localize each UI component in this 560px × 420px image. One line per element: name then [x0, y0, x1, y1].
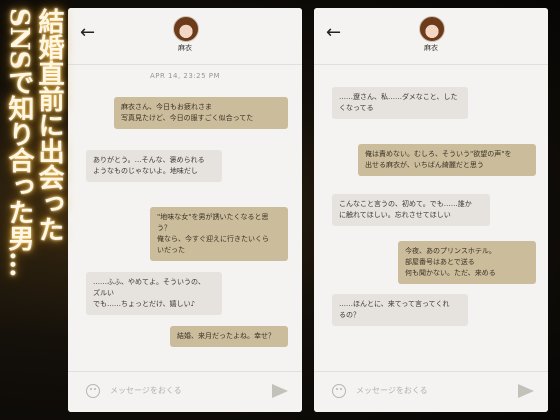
- contact-name: 麻衣: [424, 44, 438, 52]
- message-text: ……遼さん、私……ダメなこと、した くなってる: [339, 93, 458, 112]
- emoji-icon[interactable]: [332, 384, 346, 398]
- send-icon[interactable]: [518, 384, 534, 398]
- contact-name: 麻衣: [178, 44, 192, 52]
- chat-header: ← 麻衣: [314, 8, 548, 65]
- chat-screen-left: ← 麻衣 APR 14, 23:25 PM 麻衣さん、今日もお疲れさま 写真見た…: [68, 8, 302, 412]
- back-arrow-icon[interactable]: ←: [326, 22, 341, 43]
- message-out[interactable]: "地味な女"を男が誘いたくなると思 う？ 俺なら、今すぐ迎えに行きたいくら いだ…: [150, 207, 288, 261]
- message-in[interactable]: ありがとう。…そんな、褒められる ようなものじゃないよ。地味だし: [86, 150, 222, 182]
- message-text: 結婚、来月だったよね。幸せ？: [177, 332, 275, 340]
- title-columns-wrapper: 結婚直前に出会った SNSで知り合った男…: [0, 8, 68, 413]
- chat-screen-right: ← 麻衣 ……遼さん、私……ダメなこと、した くなってる 俺は責めない。むしろ、…: [314, 8, 548, 412]
- message-text: 麻衣さん、今日もお疲れさま 写真見たけど、今日の服すごく似合ってた: [121, 103, 254, 122]
- back-arrow-icon[interactable]: ←: [80, 22, 95, 43]
- title-column-1-display: 結婚直前に出会った: [34, 8, 64, 242]
- message-in[interactable]: ……ほんとに、来てって言ってくれ るの？: [332, 294, 468, 326]
- message-text: ……ふふ、やめてよ。そういうの、 ズルい でも……ちょっとだけ、嬉しい♪: [93, 278, 205, 308]
- message-in[interactable]: こんなこと言うの、初めて。でも……誰か に触れてほしい。忘れさせてほしい: [332, 194, 490, 226]
- message-out[interactable]: 今夜、あのプリンスホテル。 部屋番号はあとで送る 何も聞かない。ただ、来める: [398, 241, 536, 284]
- send-icon[interactable]: [272, 384, 288, 398]
- message-text: 俺は責めない。むしろ、そういう"欲望の声"を 出せる麻衣が、いちばん綺麗だと思う: [365, 150, 512, 169]
- message-input[interactable]: メッセージをおくる: [356, 385, 496, 396]
- message-out[interactable]: 麻衣さん、今日もお疲れさま 写真見たけど、今日の服すごく似合ってた: [114, 97, 288, 129]
- timestamp: APR 14, 23:25 PM: [149, 72, 221, 80]
- message-text: 今夜、あのプリンスホテル。 部屋番号はあとで送る 何も聞かない。ただ、来める: [405, 247, 496, 277]
- message-input[interactable]: メッセージをおくる: [110, 385, 250, 396]
- message-composer: メッセージをおくる: [314, 371, 548, 412]
- message-in[interactable]: ……ふふ、やめてよ。そういうの、 ズルい でも……ちょっとだけ、嬉しい♪: [86, 272, 222, 315]
- message-text: ありがとう。…そんな、褒められる ようなものじゃないよ。地味だし: [93, 156, 205, 175]
- message-text: "地味な女"を男が誘いたくなると思 う？ 俺なら、今すぐ迎えに行きたいくら いだ…: [157, 213, 269, 254]
- avatar[interactable]: [173, 16, 199, 42]
- message-text: ……ほんとに、来てって言ってくれ るの？: [339, 300, 450, 319]
- message-text: こんなこと言うの、初めて。でも……誰か に触れてほしい。忘れさせてほしい: [339, 200, 472, 219]
- chat-header: ← 麻衣: [68, 8, 302, 65]
- message-composer: メッセージをおくる: [68, 371, 302, 412]
- message-out[interactable]: 俺は責めない。むしろ、そういう"欲望の声"を 出せる麻衣が、いちばん綺麗だと思う: [358, 144, 536, 176]
- message-in[interactable]: ……遼さん、私……ダメなこと、した くなってる: [332, 87, 468, 119]
- avatar[interactable]: [419, 16, 445, 42]
- emoji-icon[interactable]: [86, 384, 100, 398]
- message-out[interactable]: 結婚、来月だったよね。幸せ？: [170, 326, 288, 347]
- title-column-2: SNSで知り合った男…: [4, 8, 34, 278]
